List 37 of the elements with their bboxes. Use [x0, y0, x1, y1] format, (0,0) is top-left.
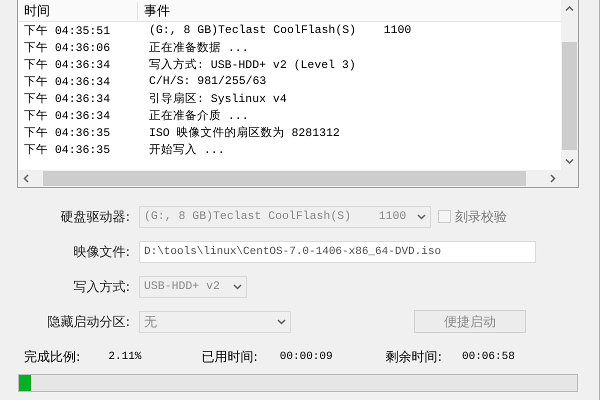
- stat-label: 剩余时间:: [386, 349, 442, 366]
- column-header[interactable]: 时间: [18, 2, 138, 20]
- time-cell-text: 下午 04:36:35: [23, 126, 112, 140]
- time-cell-text: 下午 04:36:06: [23, 41, 112, 55]
- time-cell-text: 下午 04:36:34: [23, 58, 112, 72]
- event-cell-text: 引导扇区: Syslinux v4: [148, 91, 287, 106]
- input-field[interactable]: D:\tools\linux\CentOS-7.0-1406-x86_64-DVD.iso: [139, 240, 536, 262]
- stat-label: 已用时间:: [201, 349, 258, 366]
- field-label: 映像文件:: [72, 244, 131, 260]
- event-cell-text: C/H/S: 981/255/63: [148, 75, 266, 88]
- stat-value: 00:06:58: [462, 351, 515, 363]
- stat-value: 2.11%: [108, 351, 142, 363]
- caret-icon: [277, 318, 286, 324]
- time-cell-text: 下午 04:36:34: [23, 92, 112, 106]
- field-label: 写入方式:: [72, 278, 131, 296]
- event-cell-text: 正在准备介质 ...: [148, 108, 249, 123]
- event-cell-text: 正在准备数据 ...: [148, 40, 249, 55]
- time-cell-text: 下午 04:36:34: [23, 75, 112, 89]
- time-cell-text: 下午 04:35:51: [23, 24, 112, 38]
- stat-value: 00:00:09: [280, 351, 333, 363]
- checkbox-label: 刻录校验: [455, 208, 507, 226]
- scrollbar-thumb[interactable]: [562, 42, 577, 150]
- caret-icon: [417, 214, 426, 220]
- time-cell-text: 下午 04:36:35: [23, 143, 112, 157]
- field-label: 硬盘驱动器:: [60, 208, 131, 226]
- stat-label: 完成比例:: [24, 349, 80, 366]
- event-cell-text: 开始写入 ...: [148, 142, 225, 157]
- vertical-scrollbar[interactable]: [561, 0, 578, 170]
- scrollbar-thumb[interactable]: [43, 171, 526, 186]
- horizontal-scrollbar[interactable]: [18, 170, 561, 187]
- event-cell-text: ISO 映像文件的扇区数为 8281312: [148, 125, 340, 140]
- column-header[interactable]: 事件: [138, 2, 170, 20]
- caret-icon: [233, 284, 242, 290]
- field-label: 隐藏启动分区:: [46, 314, 131, 330]
- time-cell-text: 下午 04:36:34: [23, 109, 112, 123]
- event-cell-text: (G:, 8 GB)Teclast CoolFlash(S) 1100: [148, 24, 412, 37]
- event-cell-text: 写入方式: USB-HDD+ v2 (Level 3): [148, 57, 356, 72]
